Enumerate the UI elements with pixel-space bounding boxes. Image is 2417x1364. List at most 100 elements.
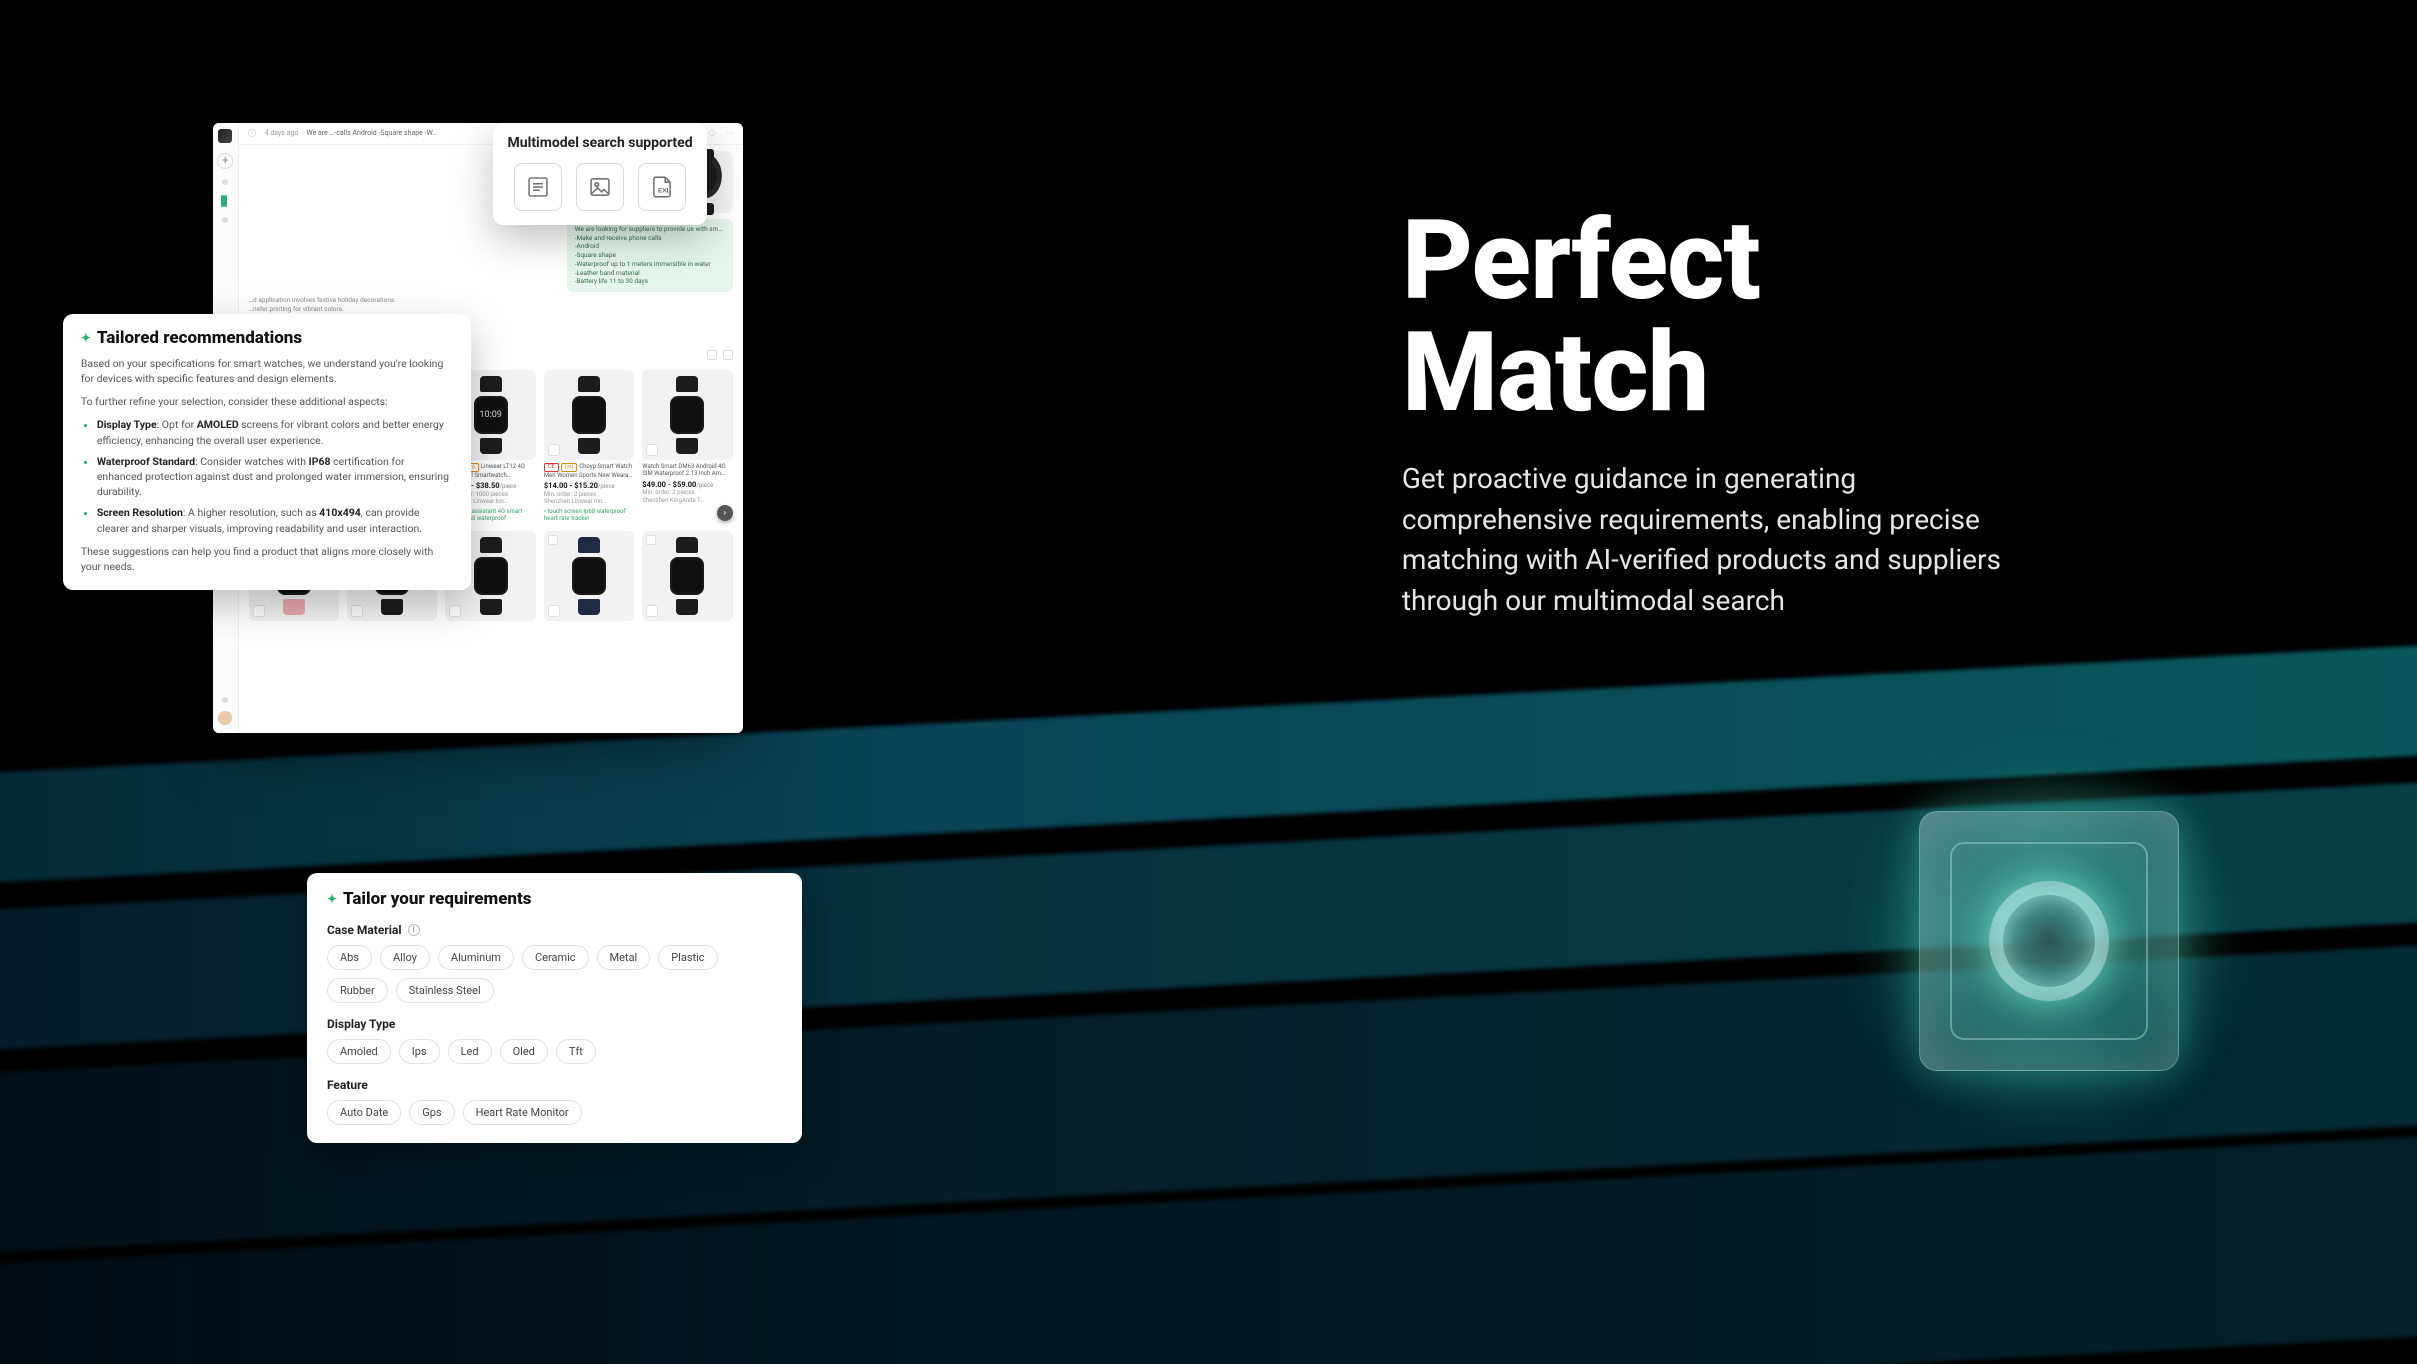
hero-graphic-cube	[1919, 811, 2179, 1071]
tailor-group: Display Type Amoled Ips Led Oled Tft	[327, 1017, 782, 1064]
query-note-line: -Battery life 11 to 30 days	[575, 277, 725, 286]
recs-item: Display Type: Opt for AMOLED screens for…	[97, 417, 453, 447]
product-card[interactable]	[642, 531, 732, 621]
tailor-option-pill[interactable]: Aluminum	[438, 945, 514, 970]
query-note-line: -Android	[575, 242, 725, 251]
tailor-title: ✦ Tailor your requirements	[327, 889, 782, 909]
product-price: $14.00 - $15.20/piece	[544, 481, 634, 491]
product-price: $49.00 - $59.00/piece	[642, 480, 732, 490]
recs-title: ✦ Tailored recommendations	[81, 328, 453, 348]
tailor-option-pill[interactable]: Alloy	[380, 945, 430, 970]
favorite-icon[interactable]	[548, 605, 560, 617]
sparkle-icon: ✦	[327, 892, 337, 906]
query-note-line: -Square shape	[575, 251, 725, 260]
tailor-option-pill[interactable]: Rubber	[327, 978, 388, 1003]
favorite-icon[interactable]	[646, 605, 658, 617]
rail-item[interactable]	[222, 179, 228, 185]
product-thumb[interactable]	[642, 531, 732, 621]
tailor-option-pill[interactable]: Ips	[399, 1039, 440, 1064]
hero-graphic-ring	[1989, 881, 2109, 1001]
product-title: CE(m)Choyp Smart Watch Men Women Sports …	[544, 463, 634, 479]
product-card[interactable]: CE(m)Choyp Smart Watch Men Women Sports …	[544, 370, 634, 523]
product-supplier: Shenzhen KingAnda T…	[642, 497, 732, 505]
tailor-group-label: Case Materiali	[327, 923, 782, 937]
tailor-option-pill[interactable]: Plastic	[658, 945, 717, 970]
tailor-options: Abs Alloy Aluminum Ceramic Metal Plastic Rubbe…	[327, 945, 782, 1003]
query-note-line: -Leather band material	[575, 269, 725, 278]
recs-outro: These suggestions can help you find a pr…	[81, 544, 453, 574]
hero-title-line1: Perfect	[1402, 196, 1760, 325]
product-moq: Min. order: 2 pieces	[642, 489, 732, 497]
mode-text-icon[interactable]	[514, 163, 562, 211]
tailor-option-pill[interactable]: Metal	[597, 945, 651, 970]
tailor-option-pill[interactable]: Gps	[409, 1100, 454, 1125]
product-meta: CE(m)Choyp Smart Watch Men Women Sports …	[544, 463, 634, 523]
favorite-icon[interactable]	[449, 605, 461, 617]
clock-icon	[247, 128, 257, 138]
product-moq: Min. order: 2 pieces	[544, 491, 634, 499]
tailor-option-pill[interactable]: Stainless Steel	[396, 978, 494, 1003]
query-note-line: We are looking for suppliers to provide …	[575, 225, 725, 234]
app-logo-icon[interactable]	[218, 129, 232, 143]
brand-badge-icon	[646, 535, 656, 545]
tailor-group: Case Materiali Abs Alloy Aluminum Ceramic Met…	[327, 923, 782, 1003]
assistant-line: …d application involves festive holiday …	[249, 296, 733, 305]
hero-title: Perfect Match	[1402, 205, 2272, 429]
tailor-option-pill[interactable]: Tft	[556, 1039, 596, 1064]
svg-text:EXL: EXL	[658, 187, 671, 194]
hero-title-line2: Match	[1402, 308, 1709, 437]
tailor-card: ✦ Tailor your requirements Case Material…	[307, 873, 802, 1143]
favorite-icon[interactable]	[646, 444, 658, 456]
tailor-group-label: Display Type	[327, 1017, 782, 1031]
tailor-option-pill[interactable]: Abs	[327, 945, 372, 970]
tailor-option-pill[interactable]: Amoled	[327, 1039, 391, 1064]
assistant-line: …nsfer printing for vibrant colors.	[249, 305, 733, 314]
multimodal-card: Multimodel search supported EXL	[493, 123, 707, 225]
product-card[interactable]: Watch Smart DM63 Android 4G SIM Waterpro…	[642, 370, 732, 523]
favorite-icon[interactable]	[253, 605, 265, 617]
product-title: Watch Smart DM63 Android 4G SIM Waterpro…	[642, 463, 732, 478]
rail-item-active[interactable]	[224, 195, 227, 207]
recommendations-card: ✦ Tailored recommendations Based on your…	[63, 314, 471, 591]
product-keywords: • touch screen Ip68 waterproof heart rat…	[544, 508, 634, 523]
tailor-option-pill[interactable]: Oled	[500, 1039, 548, 1064]
tailor-option-pill[interactable]: Led	[448, 1039, 492, 1064]
hero-subtitle: Get proactive guidance in generating com…	[1402, 459, 2042, 621]
user-query-note: We are looking for suppliers to provide …	[567, 219, 733, 292]
favorite-icon[interactable]	[548, 444, 560, 456]
tailor-option-pill[interactable]: Ceramic	[522, 945, 589, 970]
tailor-option-pill[interactable]: Auto Date	[327, 1100, 401, 1125]
info-icon[interactable]: i	[408, 924, 420, 936]
more-icon[interactable]	[725, 128, 735, 138]
query-note-line: -Waterproof up to 1 meters immersible in…	[575, 260, 725, 269]
pin-icon[interactable]	[707, 128, 717, 138]
mode-image-icon[interactable]	[576, 163, 624, 211]
tailor-title-text: Tailor your requirements	[343, 889, 532, 909]
recs-list: Display Type: Opt for AMOLED screens for…	[97, 417, 453, 536]
multimodal-title: Multimodel search supported	[507, 135, 693, 151]
topbar-timestamp: 4 days ago	[265, 129, 299, 137]
product-supplier: Shenzhen Linwear Inn…	[544, 498, 634, 506]
tailor-options: Amoled Ips Led Oled Tft	[327, 1039, 782, 1064]
product-card[interactable]	[544, 531, 634, 621]
avatar[interactable]	[218, 711, 232, 725]
recs-item: Screen Resolution: A higher resolution, …	[97, 505, 453, 535]
mode-spreadsheet-icon[interactable]: EXL	[638, 163, 686, 211]
recs-intro-2: To further refine your selection, consid…	[81, 394, 453, 409]
product-thumb[interactable]	[544, 531, 634, 621]
view-list-icon[interactable]	[723, 350, 733, 360]
product-thumb[interactable]	[544, 370, 634, 460]
rail-help-icon[interactable]	[222, 697, 228, 703]
rail-item[interactable]	[222, 217, 228, 223]
scroll-hint-fab[interactable]: ›	[717, 505, 733, 521]
query-note-line: -Make and receive phone calls	[575, 234, 725, 243]
hero-copy: Perfect Match Get proactive guidance in …	[1402, 205, 2272, 622]
new-chat-button[interactable]: +	[217, 153, 233, 169]
view-grid-icon[interactable]	[707, 350, 717, 360]
tailor-group: FeatureAuto DateGpsHeart Rate Monitor	[327, 1078, 782, 1125]
favorite-icon[interactable]	[351, 605, 363, 617]
tailor-option-pill[interactable]: Heart Rate Monitor	[463, 1100, 582, 1125]
brand-badge-icon	[548, 535, 558, 545]
recs-item: Waterproof Standard: Consider watches wi…	[97, 454, 453, 500]
product-thumb[interactable]	[642, 370, 732, 460]
